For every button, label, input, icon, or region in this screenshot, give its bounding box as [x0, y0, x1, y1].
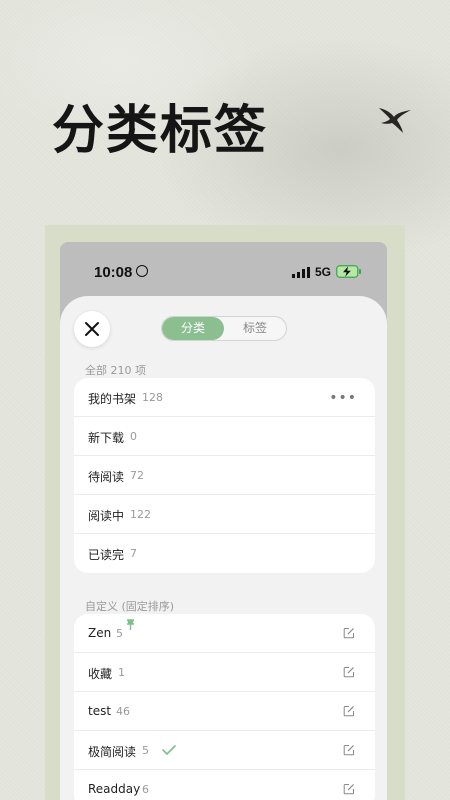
item-label: Zen: [88, 626, 112, 640]
list-item[interactable]: 极简阅读 5: [74, 731, 375, 770]
status-time: 10:08: [94, 264, 133, 281]
custom-categories-list: Zen 5 收藏 1 test 46 极简阅读 5 Readday 6: [74, 614, 375, 800]
tab-tags[interactable]: 标签: [224, 317, 286, 340]
item-count: 1: [118, 666, 125, 679]
checkmark-icon: [162, 745, 176, 755]
item-label: 新下载: [88, 431, 125, 445]
item-label: 极简阅读: [88, 745, 137, 759]
swallow-icon: [379, 108, 411, 133]
tab-category[interactable]: 分类: [162, 317, 224, 340]
network-type: 5G: [315, 265, 332, 279]
item-label: Readday: [88, 782, 141, 796]
edit-icon[interactable]: [343, 705, 355, 717]
status-bar: 10:08 5G: [60, 242, 387, 302]
close-icon: [85, 322, 99, 336]
edit-icon[interactable]: [343, 666, 355, 678]
pin-icon: [127, 619, 134, 630]
list-item[interactable]: test 46: [74, 692, 375, 731]
item-count: 5: [142, 744, 149, 757]
item-label: 我的书架: [88, 392, 137, 406]
all-section-label: 全部 210 项: [85, 364, 146, 377]
list-item[interactable]: 待阅读 72: [74, 456, 375, 495]
list-item[interactable]: 已读完 7: [74, 534, 375, 573]
signal-icon: [292, 267, 310, 278]
custom-section-label: 自定义 (固定排序): [85, 600, 175, 613]
item-count: 7: [130, 547, 137, 560]
list-item[interactable]: 收藏 1: [74, 653, 375, 692]
item-label: test: [88, 704, 112, 718]
item-count: 122: [130, 508, 151, 521]
edit-icon[interactable]: [343, 783, 355, 795]
battery-charging-icon: [336, 265, 361, 278]
phone-screen: 10:08 5G 分类 标签 全部 210 项 我的书架 128 ••• 新下载…: [60, 242, 387, 800]
all-categories-list: 我的书架 128 ••• 新下载 0 待阅读 72 阅读中 122 已读完 7: [74, 378, 375, 573]
category-sheet: 分类 标签 全部 210 项 我的书架 128 ••• 新下载 0 待阅读 72…: [60, 296, 387, 800]
item-label: 收藏: [88, 667, 113, 681]
smiley-icon: [136, 265, 148, 277]
list-item[interactable]: Zen 5: [74, 614, 375, 653]
list-item[interactable]: 阅读中 122: [74, 495, 375, 534]
item-count: 128: [142, 391, 163, 404]
category-tag-switch: 分类 标签: [161, 316, 287, 341]
item-label: 阅读中: [88, 509, 125, 523]
item-label: 已读完: [88, 548, 125, 562]
item-count: 5: [116, 627, 123, 640]
item-count: 6: [142, 783, 149, 796]
list-item[interactable]: 新下载 0: [74, 417, 375, 456]
edit-icon[interactable]: [343, 627, 355, 639]
close-button[interactable]: [74, 311, 110, 347]
page-title: 分类标签: [52, 100, 269, 161]
edit-icon[interactable]: [343, 744, 355, 756]
list-item[interactable]: 我的书架 128 •••: [74, 378, 375, 417]
item-label: 待阅读: [88, 470, 125, 484]
item-count: 0: [130, 430, 137, 443]
list-item[interactable]: Readday 6: [74, 770, 375, 800]
item-count: 72: [130, 469, 144, 482]
ellipsis-icon[interactable]: •••: [329, 390, 357, 406]
item-count: 46: [116, 705, 130, 718]
